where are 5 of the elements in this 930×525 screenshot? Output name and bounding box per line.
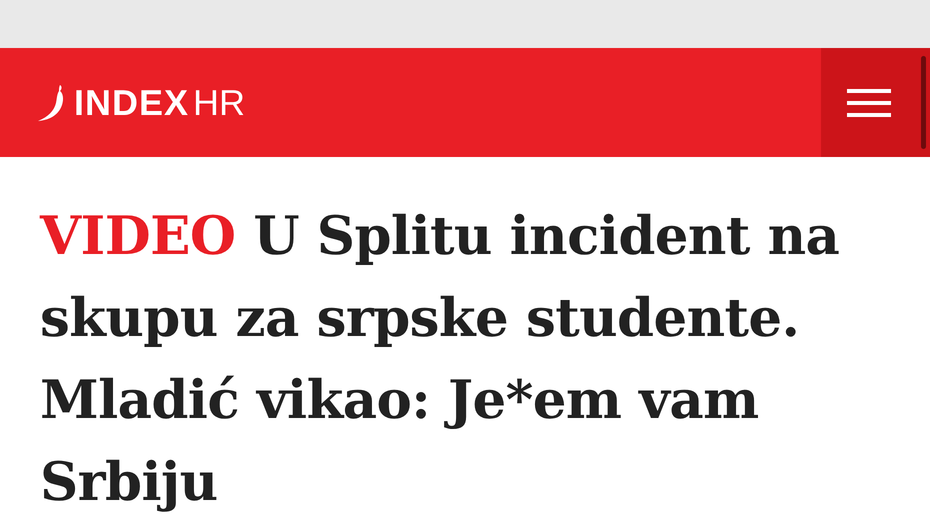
menu-icon [847,88,891,118]
site-logo[interactable]: INDEX HR [36,82,246,122]
menu-button[interactable] [821,48,917,157]
scrollbar-thumb[interactable] [921,56,926,149]
article-headline[interactable]: VIDEO U Splitu incident na skupu za srpske studente. Mladić vikao: Je*em vam Srbiju [36,191,890,525]
